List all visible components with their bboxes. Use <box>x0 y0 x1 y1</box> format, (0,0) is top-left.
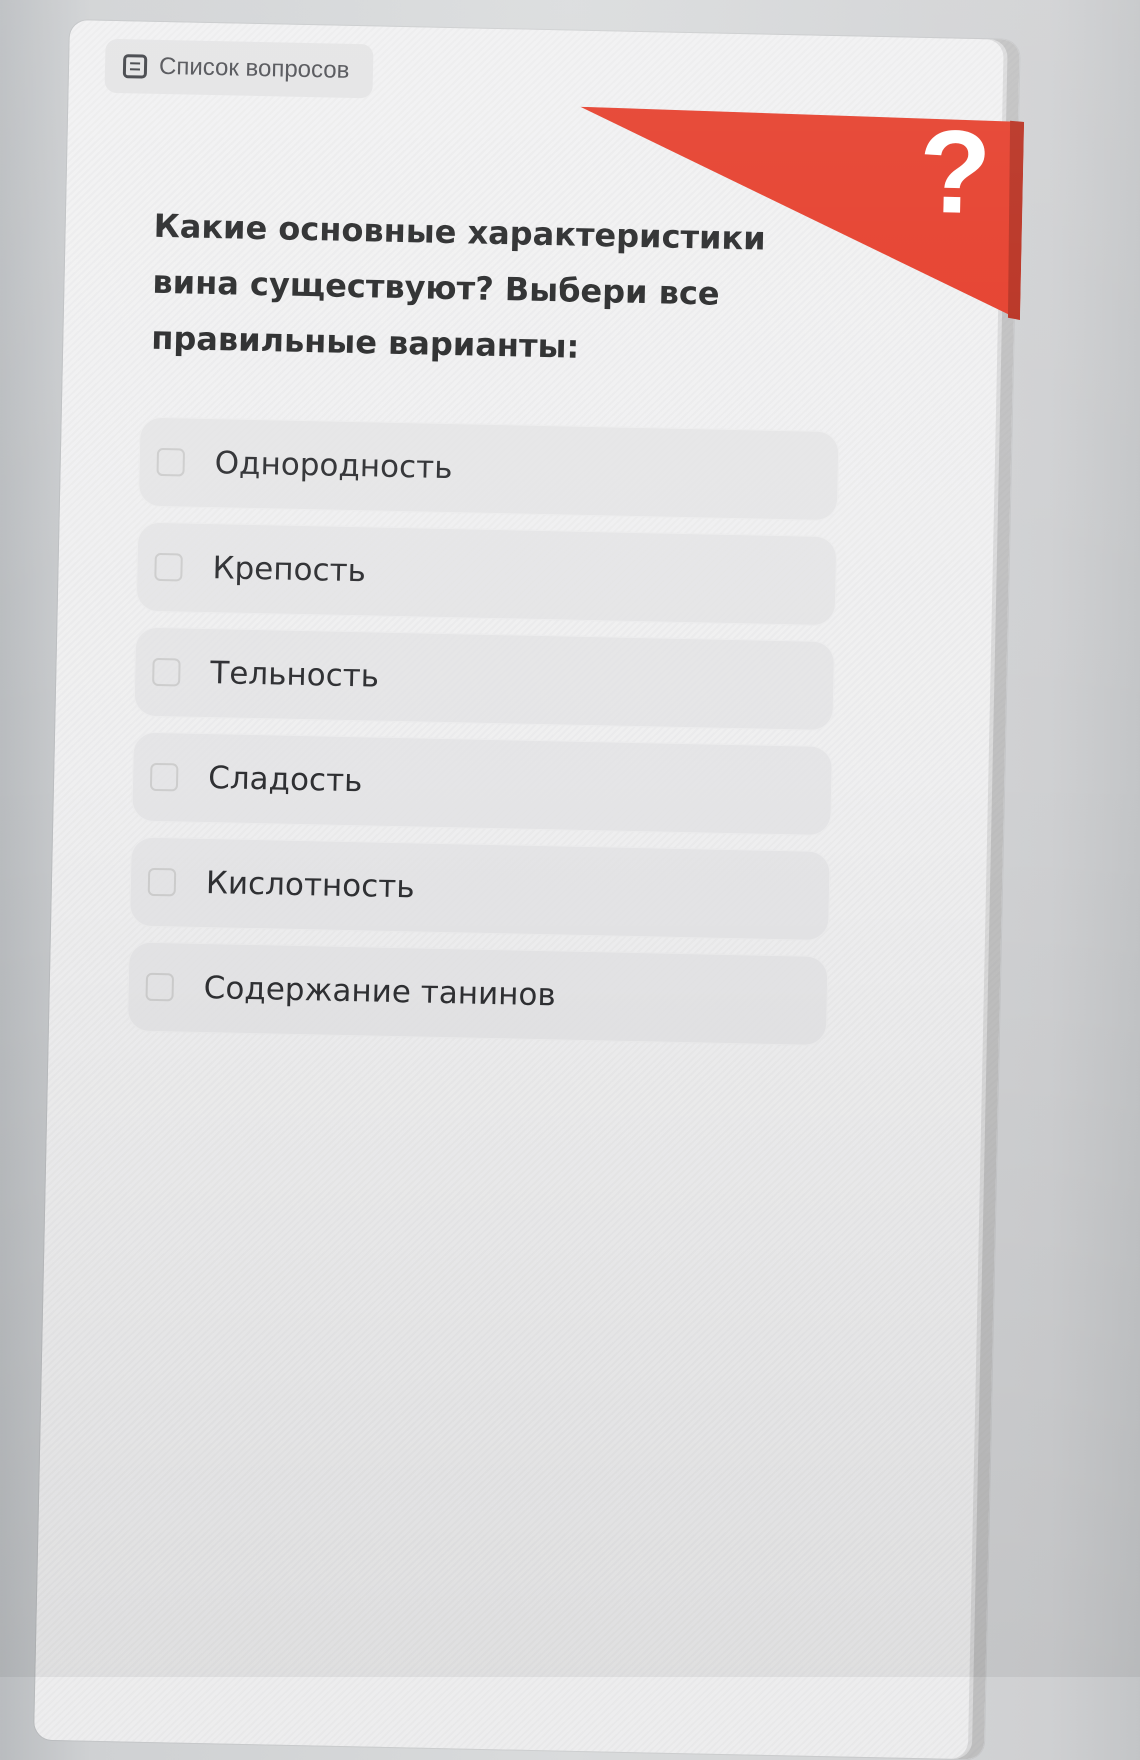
option-row[interactable]: Кислотность <box>129 836 831 942</box>
list-icon <box>122 54 148 79</box>
checkbox[interactable] <box>154 552 183 582</box>
quiz-card: Список вопросов ? Какие основные характе… <box>33 20 1025 1760</box>
option-row[interactable]: Однородность <box>137 416 840 522</box>
checkbox[interactable] <box>145 972 175 1002</box>
option-label: Кислотность <box>205 865 415 906</box>
answer-options: Однородность Крепость Тельность Сладость… <box>126 416 840 1062</box>
question-text: Какие основные характеристики вина сущес… <box>150 206 767 366</box>
option-label: Содержание танинов <box>203 970 557 1014</box>
option-row[interactable]: Сладость <box>131 731 833 837</box>
checkbox[interactable] <box>149 762 179 792</box>
checkbox[interactable] <box>156 447 186 477</box>
checkbox[interactable] <box>147 867 177 897</box>
option-label: Однородность <box>214 445 453 487</box>
option-label: Крепость <box>212 550 367 590</box>
option-label: Сладость <box>207 760 363 800</box>
option-row[interactable]: Тельность <box>133 626 836 732</box>
option-row[interactable]: Крепость <box>135 521 838 627</box>
questions-list-tab[interactable]: Список вопросов <box>104 38 374 99</box>
question-mark-glyph: ? <box>918 107 993 240</box>
tab-label: Список вопросов <box>158 52 350 84</box>
checkbox[interactable] <box>152 657 181 687</box>
option-row[interactable]: Содержание танинов <box>126 941 829 1047</box>
option-label: Тельность <box>209 655 380 695</box>
